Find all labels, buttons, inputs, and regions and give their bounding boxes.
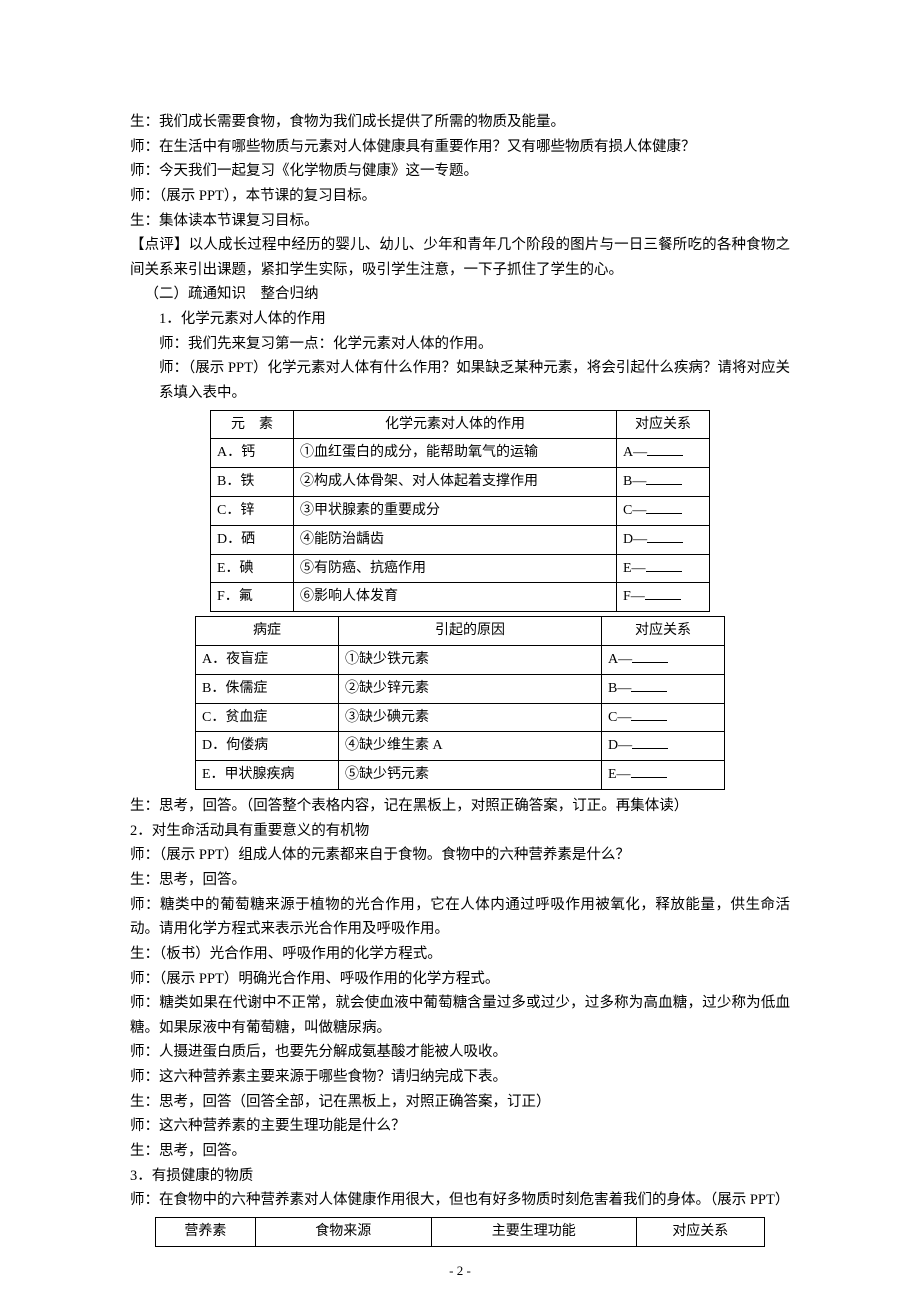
page: 生：我们成长需要食物，食物为我们成长提供了所需的物质及能量。 师：在生活中有哪些… xyxy=(0,0,920,1302)
table-row: 元 素 化学元素对人体的作用 对应关系 xyxy=(211,410,710,439)
para-teacher-6: 师：（展示 PPT）组成人体的元素都来自于食物。食物中的六种营养素是什么？ xyxy=(130,843,790,868)
para-teacher-3: 师：（展示 PPT），本节课的复习目标。 xyxy=(130,184,790,209)
subsection-2: 2．对生命活动具有重要意义的有机物 xyxy=(130,819,790,844)
table-diseases: 病症 引起的原因 对应关系 A．夜盲症 ①缺少铁元素 A— B．侏儒症 ②缺少锌… xyxy=(195,616,725,790)
cell-answer: C— xyxy=(617,497,710,526)
cell: ③甲状腺素的重要成分 xyxy=(294,497,617,526)
table-row: A．钙 ①血红蛋白的成分，能帮助氧气的运输 A— xyxy=(211,439,710,468)
cell-answer: E— xyxy=(602,761,725,790)
page-number: - 2 - xyxy=(0,1260,920,1282)
table-row: D．硒 ④能防治龋齿 D— xyxy=(211,525,710,554)
cell: ②缺少锌元素 xyxy=(339,674,602,703)
cell: ④缺少维生素 A xyxy=(339,732,602,761)
para-teacher-9: 师：糖类如果在代谢中不正常，就会使血液中葡萄糖含量过多或过少，过多称为高血糖，过… xyxy=(130,991,790,1040)
cell: ⑤缺少钙元素 xyxy=(339,761,602,790)
th-disease: 病症 xyxy=(196,617,339,646)
cell-answer: A— xyxy=(602,646,725,675)
table-row: A．夜盲症 ①缺少铁元素 A— xyxy=(196,646,725,675)
th-cause: 引起的原因 xyxy=(339,617,602,646)
th-element: 元 素 xyxy=(211,410,294,439)
para-teacher-12: 师：这六种营养素的主要生理功能是什么？ xyxy=(130,1114,790,1139)
th-nutrient: 营养素 xyxy=(156,1217,256,1246)
para-teacher-2: 师：今天我们一起复习《化学物质与健康》这一专题。 xyxy=(130,159,790,184)
para-student-1: 生：我们成长需要食物，食物为我们成长提供了所需的物质及能量。 xyxy=(130,110,790,135)
table-row: 营养素 食物来源 主要生理功能 对应关系 xyxy=(156,1217,765,1246)
para-teacher-8: 师：（展示 PPT）明确光合作用、呼吸作用的化学方程式。 xyxy=(130,967,790,992)
cell: A．夜盲症 xyxy=(196,646,339,675)
para-teacher-4: 师：我们先来复习第一点：化学元素对人体的作用。 xyxy=(130,332,790,357)
cell-answer: B— xyxy=(602,674,725,703)
subsection-1: 1．化学元素对人体的作用 xyxy=(130,307,790,332)
para-teacher-7: 师：糖类中的葡萄糖来源于植物的光合作用，它在人体内通过呼吸作用被氧化，释放能量，… xyxy=(130,893,790,942)
cell: ②构成人体骨架、对人体起着支撑作用 xyxy=(294,468,617,497)
cell: ④能防治龋齿 xyxy=(294,525,617,554)
cell: F．氟 xyxy=(211,583,294,612)
th-relation: 对应关系 xyxy=(636,1217,764,1246)
table-row: B．铁 ②构成人体骨架、对人体起着支撑作用 B— xyxy=(211,468,710,497)
para-student-2: 生：集体读本节课复习目标。 xyxy=(130,209,790,234)
table-row: C．锌 ③甲状腺素的重要成分 C— xyxy=(211,497,710,526)
table-row: F．氟 ⑥影响人体发育 F— xyxy=(211,583,710,612)
cell: ③缺少碘元素 xyxy=(339,703,602,732)
cell: B．侏儒症 xyxy=(196,674,339,703)
cell: B．铁 xyxy=(211,468,294,497)
cell: C．锌 xyxy=(211,497,294,526)
para-teacher-11: 师：这六种营养素主要来源于哪些食物？请归纳完成下表。 xyxy=(130,1065,790,1090)
table-row: E．碘 ⑤有防癌、抗癌作用 E— xyxy=(211,554,710,583)
para-teacher-10: 师：人摄进蛋白质后，也要先分解成氨基酸才能被人吸收。 xyxy=(130,1040,790,1065)
cell: D．佝偻病 xyxy=(196,732,339,761)
cell: ①缺少铁元素 xyxy=(339,646,602,675)
table-row: C．贫血症 ③缺少碘元素 C— xyxy=(196,703,725,732)
table-row: D．佝偻病 ④缺少维生素 A D— xyxy=(196,732,725,761)
para-teacher-1: 师：在生活中有哪些物质与元素对人体健康具有重要作用？又有哪些物质有损人体健康？ xyxy=(130,135,790,160)
section-heading-2: （二）疏通知识 整合归纳 xyxy=(130,282,790,307)
cell-answer: B— xyxy=(617,468,710,497)
th-relation: 对应关系 xyxy=(617,410,710,439)
cell-answer: D— xyxy=(617,525,710,554)
para-teacher-13: 师：在食物中的六种营养素对人体健康作用很大，但也有好多物质时刻危害着我们的身体。… xyxy=(130,1188,790,1213)
cell-answer: F— xyxy=(617,583,710,612)
cell-answer: A— xyxy=(617,439,710,468)
th-source: 食物来源 xyxy=(255,1217,431,1246)
para-teacher-5: 师：（展示 PPT）化学元素对人体有什么作用？如果缺乏某种元素，将会引起什么疾病… xyxy=(130,356,790,405)
cell-answer: C— xyxy=(602,703,725,732)
para-student-4: 生：思考，回答。 xyxy=(130,868,790,893)
cell: E．甲状腺疾病 xyxy=(196,761,339,790)
table-nutrients-header: 营养素 食物来源 主要生理功能 对应关系 xyxy=(155,1217,765,1247)
table-row: B．侏儒症 ②缺少锌元素 B— xyxy=(196,674,725,703)
cell: E．碘 xyxy=(211,554,294,583)
table-row: 病症 引起的原因 对应关系 xyxy=(196,617,725,646)
para-comment: 【点评】以人成长过程中经历的婴儿、幼儿、少年和青年几个阶段的图片与一日三餐所吃的… xyxy=(130,233,790,282)
para-student-6: 生：思考，回答（回答全部，记在黑板上，对照正确答案，订正） xyxy=(130,1090,790,1115)
cell-answer: D— xyxy=(602,732,725,761)
th-effect: 化学元素对人体的作用 xyxy=(294,410,617,439)
cell: ⑥影响人体发育 xyxy=(294,583,617,612)
cell: ①血红蛋白的成分，能帮助氧气的运输 xyxy=(294,439,617,468)
cell: ⑤有防癌、抗癌作用 xyxy=(294,554,617,583)
subsection-3: 3．有损健康的物质 xyxy=(130,1164,790,1189)
para-student-3: 生：思考，回答。（回答整个表格内容，记在黑板上，对照正确答案，订正。再集体读） xyxy=(130,794,790,819)
table-elements: 元 素 化学元素对人体的作用 对应关系 A．钙 ①血红蛋白的成分，能帮助氧气的运… xyxy=(210,410,710,613)
cell: C．贫血症 xyxy=(196,703,339,732)
cell-answer: E— xyxy=(617,554,710,583)
cell: D．硒 xyxy=(211,525,294,554)
th-relation: 对应关系 xyxy=(602,617,725,646)
th-function: 主要生理功能 xyxy=(431,1217,636,1246)
cell: A．钙 xyxy=(211,439,294,468)
para-student-5: 生：（板书）光合作用、呼吸作用的化学方程式。 xyxy=(130,942,790,967)
table-row: E．甲状腺疾病 ⑤缺少钙元素 E— xyxy=(196,761,725,790)
para-student-7: 生：思考，回答。 xyxy=(130,1139,790,1164)
